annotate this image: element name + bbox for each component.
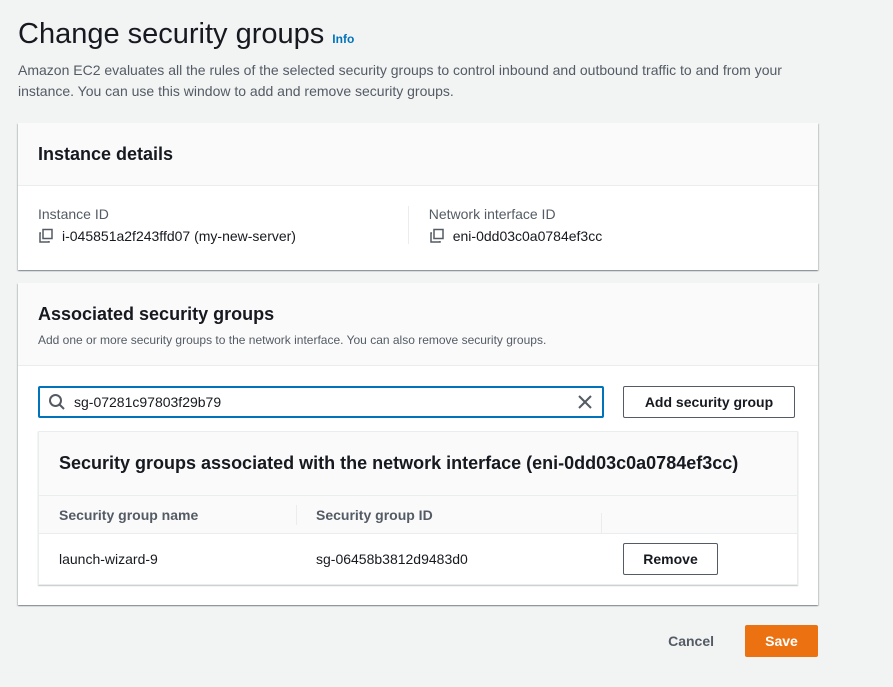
- save-button[interactable]: Save: [745, 625, 818, 657]
- close-icon[interactable]: [576, 393, 594, 411]
- network-interface-column: Network interface ID eni-0dd03c0a0784ef3…: [407, 206, 798, 244]
- instance-id-value: i-045851a2f243ffd07 (my-new-server): [62, 228, 296, 244]
- network-interface-value-row: eni-0dd03c0a0784ef3cc: [429, 228, 798, 244]
- security-group-name-cell: launch-wizard-9: [59, 551, 158, 567]
- actions-cell: Remove: [601, 543, 797, 575]
- page-description: Amazon EC2 evaluates all the rules of th…: [18, 62, 782, 99]
- copy-icon[interactable]: [429, 228, 445, 244]
- instance-id-label: Instance ID: [38, 206, 109, 222]
- security-groups-description: Add one or more security groups to the n…: [38, 333, 547, 347]
- instance-details-header: Instance details: [18, 123, 818, 186]
- instance-id-column: Instance ID i-045851a2f243ffd07 (my-new-…: [38, 206, 428, 244]
- footer-actions: Cancel Save: [668, 625, 818, 657]
- add-security-group-button[interactable]: Add security group: [623, 386, 795, 418]
- security-group-search[interactable]: [38, 386, 604, 418]
- instance-details-panel: Instance details Instance ID i-045851a2f…: [18, 123, 818, 270]
- instance-id-value-row: i-045851a2f243ffd07 (my-new-server): [38, 228, 428, 244]
- table-row: launch-wizard-9 sg-06458b3812d9483d0 Rem…: [39, 534, 797, 584]
- security-groups-panel: Associated security groups Add one or mo…: [18, 283, 818, 605]
- page-title-text: Change security groups: [18, 18, 325, 50]
- table-column-headers: Security group name Security group ID: [39, 496, 797, 534]
- column-header-name[interactable]: Security group name: [39, 507, 296, 523]
- associated-groups-table: Security groups associated with the netw…: [38, 431, 798, 585]
- security-group-id-cell: sg-06458b3812d9483d0: [316, 551, 468, 567]
- table-header: Security groups associated with the netw…: [39, 432, 797, 496]
- info-link[interactable]: Info: [332, 32, 354, 46]
- instance-details-title: Instance details: [38, 143, 174, 164]
- search-icon: [48, 393, 66, 411]
- security-groups-header: Associated security groups Add one or mo…: [18, 283, 818, 366]
- network-interface-value: eni-0dd03c0a0784ef3cc: [452, 228, 603, 244]
- search-row: Add security group: [38, 386, 795, 418]
- cancel-button[interactable]: Cancel: [668, 633, 714, 649]
- search-input[interactable]: [74, 394, 576, 410]
- network-interface-label: Network interface ID: [428, 206, 556, 222]
- copy-icon[interactable]: [38, 228, 54, 244]
- remove-button[interactable]: Remove: [623, 543, 718, 575]
- security-groups-title: Associated security groups: [38, 304, 275, 324]
- column-header-id[interactable]: Security group ID: [296, 504, 601, 525]
- page-title: Change security groups Info: [18, 18, 354, 51]
- table-title: Security groups associated with the netw…: [59, 453, 739, 473]
- instance-details-row: Instance ID i-045851a2f243ffd07 (my-new-…: [18, 186, 818, 244]
